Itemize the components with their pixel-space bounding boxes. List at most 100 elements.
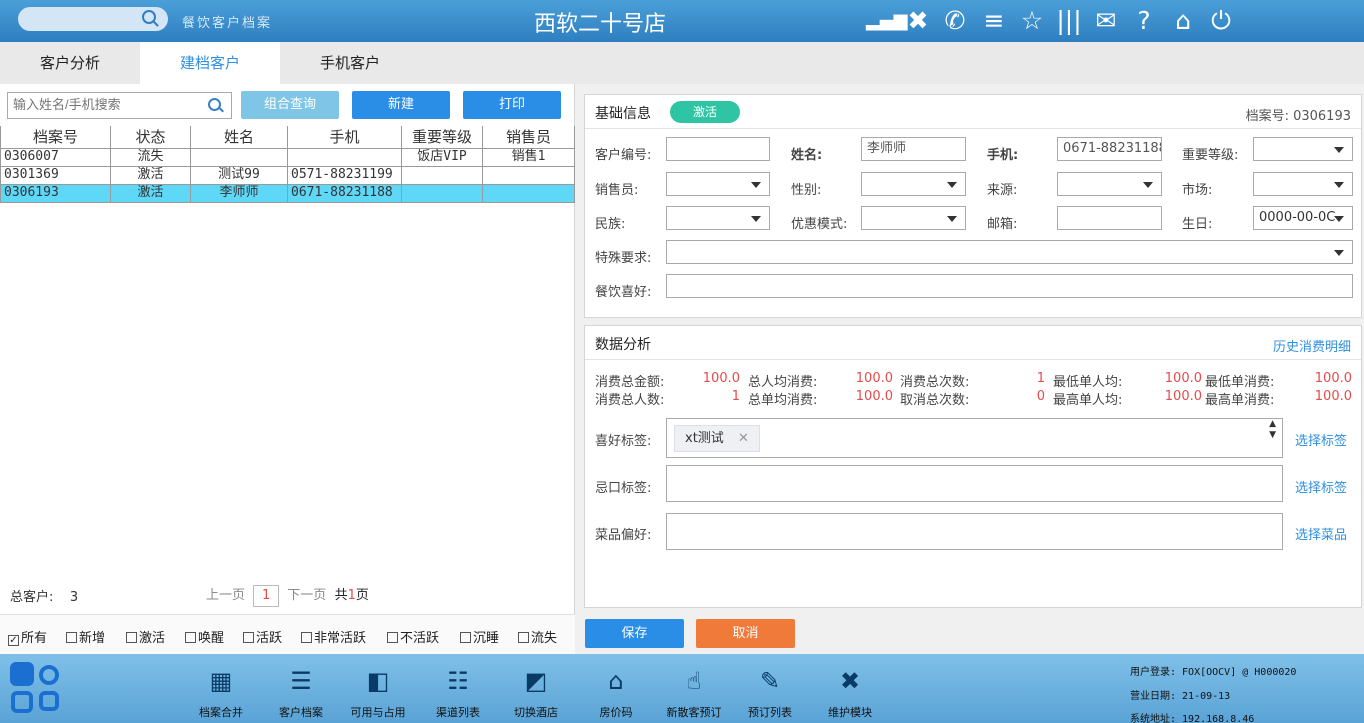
col-header[interactable]: 重要等级: [401, 126, 483, 149]
checkbox-icon[interactable]: [66, 632, 77, 643]
cell-file-no: 0301369: [0, 165, 111, 185]
sales-select[interactable]: [666, 172, 770, 196]
checkbox-icon[interactable]: [185, 632, 196, 643]
checkbox-icon[interactable]: [243, 632, 254, 643]
menu-icon[interactable]: ≡: [977, 6, 1011, 36]
basic-info-panel: 基础信息 激活 档案号: 0306193 客户编号: 姓名: 李师师 手机: 0…: [584, 94, 1362, 318]
bottom-rate-code-button[interactable]: ⌂ 房价码: [576, 666, 656, 720]
bottom-maintenance-button[interactable]: ✖ 维护模块: [810, 666, 890, 720]
search-field[interactable]: [7, 92, 232, 119]
avoid-tags-field[interactable]: [666, 465, 1283, 502]
bottom-booking-list-button[interactable]: ✎ 预订列表: [730, 666, 810, 720]
select-dishes-link[interactable]: 选择菜品: [1295, 524, 1347, 543]
discount-select[interactable]: [861, 206, 966, 230]
touch-icon: ☝: [686, 667, 702, 695]
checkbox-icon[interactable]: [387, 632, 398, 643]
combo-query-button[interactable]: 组合查询: [241, 91, 339, 119]
cell-level: 饭店VIP: [401, 147, 483, 167]
cell-phone: 0671-88231188: [287, 183, 402, 203]
dining-preference-field[interactable]: [666, 274, 1353, 298]
search-input[interactable]: [8, 93, 198, 116]
bottom-channel-button[interactable]: ☷ 渠道列表: [418, 666, 498, 720]
remove-tag-icon[interactable]: ✕: [738, 431, 749, 446]
preference-label: 餐饮喜好:: [595, 285, 652, 300]
source-select[interactable]: [1057, 172, 1162, 196]
search-icon[interactable]: [208, 98, 221, 111]
tab-archived-customers[interactable]: 建档客户: [140, 42, 280, 84]
col-header[interactable]: 档案号: [0, 126, 111, 149]
bottom-new-booking-button[interactable]: ☝ 新散客预订: [654, 666, 734, 720]
search-icon[interactable]: [142, 10, 156, 24]
customer-no-label: 客户编号:: [595, 148, 652, 163]
next-page-link[interactable]: 下一页: [287, 588, 326, 603]
customer-list-panel: 组合查询 新建 打印 档案号 状态 姓名 手机 重要等级 销售员 0306007…: [0, 84, 575, 654]
dish-pref-field[interactable]: [666, 513, 1283, 550]
history-link[interactable]: 历史消费明细: [1273, 336, 1351, 355]
scroll-arrows-icon[interactable]: ▲ ▼: [1269, 419, 1276, 441]
filter-lost[interactable]: 流失: [518, 627, 557, 646]
stat-value: 100.0: [1164, 371, 1202, 386]
birthday-field[interactable]: 0000-00-0C: [1253, 206, 1353, 230]
home-icon[interactable]: ⌂: [1166, 6, 1200, 36]
checkbox-checked-icon[interactable]: ✓: [8, 635, 19, 646]
tab-bar: 客户分析 建档客户 手机客户: [0, 42, 1364, 84]
ethnic-select[interactable]: [666, 206, 770, 230]
col-header[interactable]: 姓名: [190, 126, 288, 149]
customer-no-field[interactable]: [666, 137, 770, 161]
filter-inactive[interactable]: 不活跃: [387, 627, 439, 646]
file-number: 档案号: 0306193: [1246, 105, 1351, 124]
phone-icon[interactable]: ✆: [938, 6, 972, 36]
table-row-selected[interactable]: 0306193 激活 李师师 0671-88231188: [0, 183, 575, 203]
select-avoid-tags-link[interactable]: 选择标签: [1295, 477, 1347, 496]
market-select[interactable]: [1253, 172, 1353, 196]
bottom-merge-button[interactable]: ▦ 档案合并: [181, 666, 261, 720]
checkbox-icon[interactable]: [460, 632, 471, 643]
customer-table: 档案号 状态 姓名 手机 重要等级 销售员 0306007 流失 饭店VIP 销…: [0, 126, 575, 203]
signal-icon[interactable]: ▂▄▆: [866, 6, 908, 36]
checkbox-icon[interactable]: [301, 632, 312, 643]
tab-mobile-customers[interactable]: 手机客户: [280, 42, 420, 84]
filter-very-lively[interactable]: 非常活跃: [301, 627, 366, 646]
table-row[interactable]: 0301369 激活 测试99 0571-88231199: [0, 165, 575, 185]
checkbox-icon[interactable]: [518, 632, 529, 643]
filter-lively[interactable]: 活跃: [243, 627, 282, 646]
power-icon[interactable]: ⏻: [1204, 6, 1238, 36]
table-row[interactable]: 0306007 流失 饭店VIP 销售1: [0, 147, 575, 167]
like-tags-field[interactable]: xt测试 ✕ ▲ ▼: [666, 418, 1283, 458]
tab-customer-analysis[interactable]: 客户分析: [0, 42, 140, 84]
mail-icon[interactable]: ✉: [1089, 6, 1123, 36]
filter-new[interactable]: 新增: [66, 627, 105, 646]
top-search[interactable]: [18, 7, 168, 31]
help-icon[interactable]: ?: [1127, 6, 1161, 36]
bottom-profile-button[interactable]: ☰ 客户档案: [261, 666, 341, 720]
filter-active[interactable]: 激活: [126, 627, 165, 646]
bottom-availability-button[interactable]: ◧ 可用与占用: [338, 666, 418, 720]
prev-page-link[interactable]: 上一页: [206, 588, 245, 603]
cancel-button[interactable]: 取消: [696, 619, 795, 648]
col-header[interactable]: 销售员: [482, 126, 575, 149]
col-header[interactable]: 手机: [287, 126, 402, 149]
select-like-tags-link[interactable]: 选择标签: [1295, 430, 1347, 449]
level-select[interactable]: [1253, 137, 1353, 161]
star-icon[interactable]: ☆: [1015, 6, 1049, 36]
checkbox-icon[interactable]: [126, 632, 137, 643]
special-requirements-select[interactable]: [666, 240, 1353, 264]
name-field[interactable]: 李师师: [861, 137, 966, 161]
filter-awakened[interactable]: 唤醒: [185, 627, 224, 646]
filter-all[interactable]: ✓ 所有: [8, 627, 47, 646]
tools-icon[interactable]: ✖: [901, 6, 935, 36]
new-button[interactable]: 新建: [352, 91, 450, 119]
page-number-input[interactable]: 1: [253, 585, 280, 607]
gender-select[interactable]: [861, 172, 966, 196]
print-button[interactable]: 打印: [463, 91, 561, 119]
bottom-switch-hotel-button[interactable]: ◩ 切换酒店: [496, 666, 576, 720]
cell-sales: [482, 183, 575, 203]
bottom-item-label: 房价码: [599, 706, 633, 719]
total-value: 3: [69, 590, 79, 605]
filter-dormant[interactable]: 沉睡: [460, 627, 499, 646]
email-field[interactable]: [1057, 206, 1162, 230]
phone-field[interactable]: 0671-88231188: [1057, 137, 1162, 161]
col-header[interactable]: 状态: [110, 126, 191, 149]
save-button[interactable]: 保存: [585, 619, 684, 648]
columns-icon[interactable]: |||: [1052, 6, 1086, 36]
